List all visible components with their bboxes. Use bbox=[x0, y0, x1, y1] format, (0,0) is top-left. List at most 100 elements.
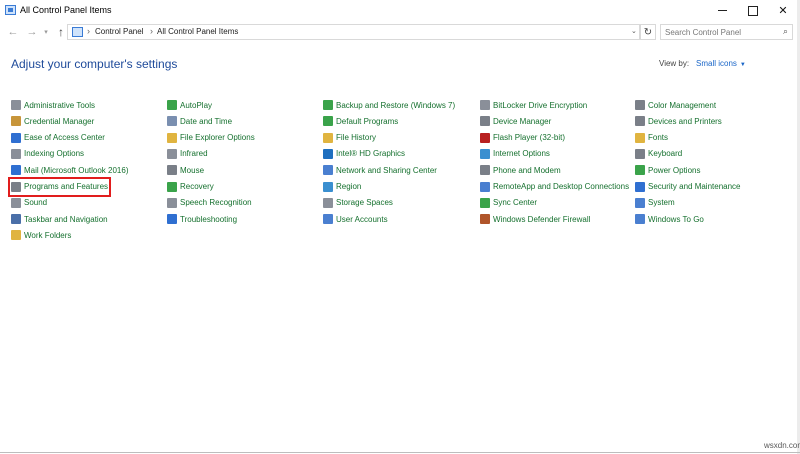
credential-manager-icon bbox=[11, 116, 21, 127]
control-panel-item[interactable]: Infrared bbox=[167, 147, 208, 161]
up-button[interactable]: ↑ bbox=[54, 25, 68, 39]
control-panel-item[interactable]: Backup and Restore (Windows 7) bbox=[323, 98, 455, 112]
region-icon bbox=[323, 181, 333, 192]
control-panel-item-label: File History bbox=[336, 133, 377, 143]
control-panel-item-label: Sound bbox=[24, 198, 48, 208]
control-panel-item[interactable]: Keyboard bbox=[635, 147, 682, 161]
search-input[interactable] bbox=[665, 27, 775, 38]
close-button[interactable]: ✕ bbox=[768, 0, 798, 21]
control-panel-item-label: AutoPlay bbox=[180, 100, 213, 110]
breadcrumb-separator-icon[interactable]: › bbox=[87, 26, 90, 36]
control-panel-item-label: RemoteApp and Desktop Connections bbox=[493, 182, 630, 191]
minimize-button[interactable] bbox=[707, 0, 737, 21]
control-panel-item[interactable]: Flash Player (32-bit) bbox=[480, 131, 565, 145]
view-by-dropdown[interactable]: Small icons ▼ bbox=[696, 59, 746, 68]
breadcrumb-control-panel[interactable]: Control Panel bbox=[95, 27, 143, 36]
control-panel-item[interactable]: Fonts bbox=[635, 131, 668, 145]
control-panel-item[interactable]: Sync Center bbox=[480, 196, 537, 210]
caret-down-icon[interactable]: ▼ bbox=[740, 62, 746, 68]
forward-button[interactable]: → bbox=[25, 25, 39, 39]
control-panel-item[interactable]: System bbox=[635, 196, 675, 210]
control-panel-item-label: Credential Manager bbox=[24, 116, 95, 126]
control-panel-item-label: User Accounts bbox=[336, 214, 388, 224]
control-panel-item[interactable]: Security and Maintenance bbox=[635, 180, 741, 194]
refresh-button[interactable]: ↻ bbox=[640, 24, 656, 40]
control-panel-icon bbox=[5, 5, 16, 15]
control-panel-item[interactable]: Recovery bbox=[167, 180, 214, 194]
control-panel-item[interactable]: Troubleshooting bbox=[167, 212, 237, 226]
control-panel-item[interactable]: Color Management bbox=[635, 98, 716, 112]
control-panel-item[interactable]: Windows To Go bbox=[635, 212, 704, 226]
title-bar: All Control Panel Items ✕ bbox=[0, 0, 800, 21]
mouse-icon bbox=[167, 165, 177, 176]
control-panel-item[interactable]: Storage Spaces bbox=[323, 196, 393, 210]
control-panel-item[interactable]: Indexing Options bbox=[11, 147, 84, 161]
view-by-value[interactable]: Small icons bbox=[696, 59, 737, 68]
taskbar-icon bbox=[11, 214, 21, 225]
network-sharing-icon bbox=[323, 165, 333, 176]
control-panel-item-label: Indexing Options bbox=[24, 149, 85, 159]
control-panel-item[interactable]: Administrative Tools bbox=[11, 98, 95, 112]
breadcrumb-separator-icon[interactable]: › bbox=[150, 26, 153, 36]
control-panel-item-label: Default Programs bbox=[336, 116, 399, 126]
control-panel-item[interactable]: Programs and Features bbox=[7, 176, 112, 197]
control-panel-item[interactable]: Mouse bbox=[167, 163, 204, 177]
address-bar[interactable]: › Control Panel › All Control Panel Item… bbox=[67, 24, 640, 40]
ease-of-access-icon bbox=[11, 132, 21, 143]
maximize-button[interactable] bbox=[738, 0, 768, 21]
control-panel-item-label: Flash Player (32-bit) bbox=[493, 133, 566, 143]
default-programs-icon bbox=[323, 116, 333, 127]
speech-recognition-icon bbox=[167, 197, 177, 208]
control-panel-item[interactable]: BitLocker Drive Encryption bbox=[480, 98, 587, 112]
control-panel-item[interactable]: Mail (Microsoft Outlook 2016) bbox=[11, 163, 128, 177]
control-panel-item[interactable]: Work Folders bbox=[11, 228, 71, 242]
power-options-icon bbox=[635, 165, 645, 176]
control-panel-item[interactable]: Windows Defender Firewall bbox=[480, 212, 590, 226]
control-panel-item[interactable]: Power Options bbox=[635, 163, 700, 177]
search-icon[interactable]: ⌕ bbox=[783, 26, 788, 37]
breadcrumb-all-items[interactable]: All Control Panel Items bbox=[157, 27, 238, 36]
control-panel-item[interactable]: User Accounts bbox=[323, 212, 388, 226]
file-history-icon bbox=[323, 132, 333, 143]
control-panel-item-label: Windows To Go bbox=[648, 214, 704, 224]
control-panel-item[interactable]: Intel® HD Graphics bbox=[323, 147, 405, 161]
control-panel-item-label: Ease of Access Center bbox=[24, 133, 105, 143]
control-panel-item[interactable]: Network and Sharing Center bbox=[323, 163, 437, 177]
page-title: Adjust your computer's settings bbox=[11, 57, 178, 71]
address-dropdown-icon[interactable]: ⌄ bbox=[631, 27, 637, 35]
keyboard-icon bbox=[635, 148, 645, 159]
control-panel-item[interactable]: Ease of Access Center bbox=[11, 131, 105, 145]
control-panel-item[interactable]: Date and Time bbox=[167, 114, 232, 128]
control-panel-item[interactable]: Default Programs bbox=[323, 114, 398, 128]
remoteapp-icon bbox=[480, 181, 490, 192]
control-panel-item[interactable]: AutoPlay bbox=[167, 98, 212, 112]
autoplay-icon bbox=[167, 100, 177, 110]
search-box[interactable]: ⌕ bbox=[660, 24, 793, 40]
control-panel-item-label: Internet Options bbox=[493, 149, 550, 159]
work-folders-icon bbox=[11, 230, 21, 241]
control-panel-item[interactable]: Region bbox=[323, 180, 361, 194]
control-panel-item[interactable]: Internet Options bbox=[480, 147, 550, 161]
control-panel-item[interactable]: Credential Manager bbox=[11, 114, 94, 128]
recent-locations-button[interactable]: ▾ bbox=[42, 25, 50, 39]
control-panel-item-label: Recovery bbox=[180, 182, 214, 191]
control-panel-item[interactable]: Speech Recognition bbox=[167, 196, 252, 210]
control-panel-item-label: Phone and Modem bbox=[493, 165, 561, 175]
control-panel-item[interactable]: RemoteApp and Desktop Connections bbox=[480, 180, 629, 194]
control-panel-item[interactable]: Device Manager bbox=[480, 114, 551, 128]
control-panel-item[interactable]: Sound bbox=[11, 196, 47, 210]
control-panel-item[interactable]: Taskbar and Navigation bbox=[11, 212, 108, 226]
watermark: wsxdn.com bbox=[764, 441, 800, 450]
control-panel-item-label: Taskbar and Navigation bbox=[24, 214, 108, 224]
control-panel-item[interactable]: Phone and Modem bbox=[480, 163, 561, 177]
control-panel-item-label: Infrared bbox=[180, 149, 208, 159]
device-manager-icon bbox=[480, 116, 490, 127]
control-panel-item[interactable]: Devices and Printers bbox=[635, 114, 722, 128]
back-button[interactable]: ← bbox=[6, 25, 20, 39]
control-panel-item-label: Device Manager bbox=[493, 116, 552, 126]
control-panel-item[interactable]: File History bbox=[323, 131, 376, 145]
control-panel-item[interactable]: File Explorer Options bbox=[167, 131, 255, 145]
color-management-icon bbox=[635, 100, 645, 110]
system-icon bbox=[635, 197, 645, 208]
date-time-icon bbox=[167, 116, 177, 127]
